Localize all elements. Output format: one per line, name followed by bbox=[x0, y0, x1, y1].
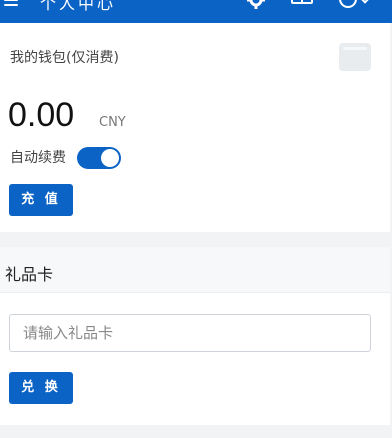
menu-icon[interactable] bbox=[4, 0, 18, 9]
gift-card-header: 礼品卡 bbox=[0, 247, 390, 293]
page-title: 个人中心 bbox=[40, 0, 117, 13]
grid-icon[interactable] bbox=[291, 0, 313, 4]
gift-card-input[interactable] bbox=[9, 314, 371, 352]
redeem-button[interactable]: 兑 换 bbox=[9, 372, 73, 404]
gift-card-panel: 礼品卡 兑 换 bbox=[0, 247, 390, 425]
auto-renew-toggle[interactable] bbox=[77, 147, 121, 169]
toggle-knob bbox=[101, 149, 119, 167]
user-icon[interactable] bbox=[339, 0, 357, 8]
top-nav-bar: 个人中心 bbox=[0, 0, 392, 23]
wallet-icon bbox=[339, 43, 371, 71]
gift-card-title: 礼品卡 bbox=[5, 265, 54, 284]
gear-icon[interactable] bbox=[246, 0, 266, 10]
chevron-down-icon[interactable] bbox=[359, 0, 371, 4]
currency-label: CNY bbox=[99, 115, 126, 130]
wallet-title: 我的钱包(仅消费) bbox=[10, 50, 119, 66]
wallet-card: 我的钱包(仅消费) 0.00 CNY 自动续费 充 值 bbox=[0, 23, 390, 232]
recharge-button[interactable]: 充 值 bbox=[9, 184, 73, 216]
auto-renew-label: 自动续费 bbox=[10, 150, 66, 166]
wallet-balance: 0.00 bbox=[8, 96, 75, 134]
